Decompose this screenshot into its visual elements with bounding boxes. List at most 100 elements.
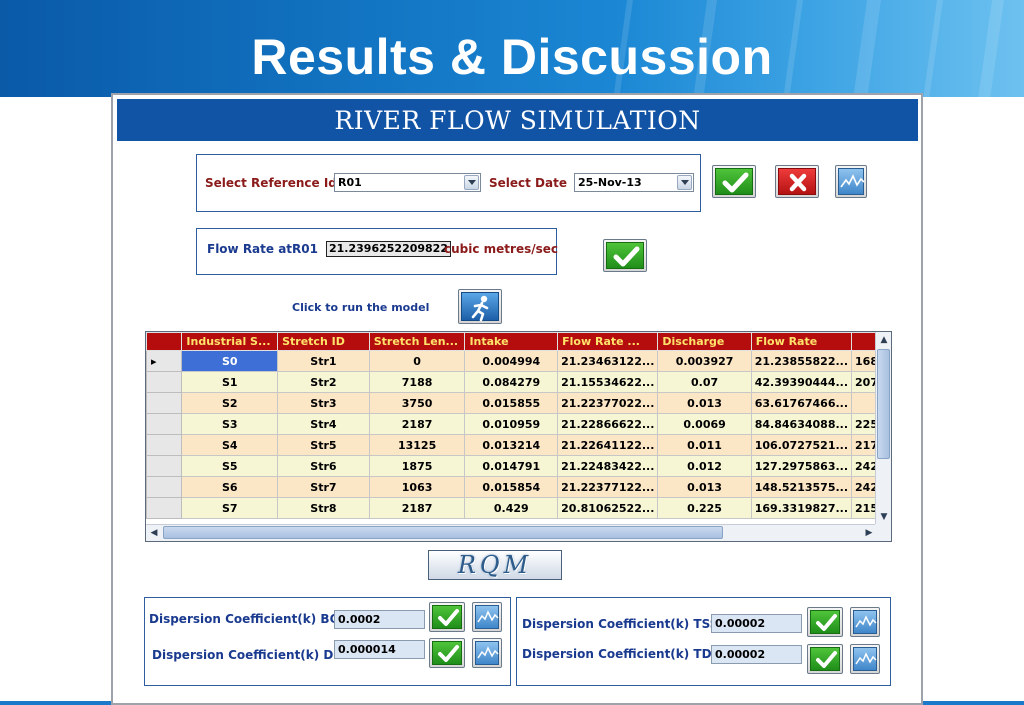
table-row[interactable]: S7 Str8 2187 0.429 20.81062522... 0.225 169.33… <box>146 497 891 519</box>
cancel-button[interactable] <box>775 165 819 198</box>
row-selector[interactable] <box>146 434 183 456</box>
column-header[interactable]: Stretch ID <box>277 332 370 351</box>
table-cell[interactable]: S1 <box>181 371 279 393</box>
flow-ok-button[interactable] <box>603 239 647 272</box>
bod-input[interactable]: 0.0002 <box>334 610 425 629</box>
table-cell[interactable]: 148.5213575... <box>750 476 853 498</box>
table-cell[interactable]: S7 <box>181 497 279 519</box>
chevron-down-icon[interactable] <box>464 175 479 190</box>
table-cell[interactable]: 0.011 <box>657 434 752 456</box>
table-cell[interactable]: 21.23463122... <box>557 350 659 372</box>
vertical-scrollbar[interactable]: ▲ ▼ <box>875 332 891 525</box>
table-row[interactable]: S6 Str7 1063 0.015854 21.22377122... 0.013 148… <box>146 476 891 498</box>
column-header[interactable]: Flow Rate ... <box>557 332 659 351</box>
scroll-right-icon[interactable]: ▶ <box>862 526 876 540</box>
table-cell[interactable]: 3750 <box>368 392 466 414</box>
tss-chart-button[interactable] <box>850 607 880 637</box>
reference-id-select[interactable]: R01 <box>334 173 481 192</box>
rqm-button[interactable]: RQM <box>428 550 562 580</box>
do-input[interactable]: 0.000014 <box>334 640 425 659</box>
chart-button[interactable] <box>835 165 867 198</box>
row-selector[interactable] <box>146 371 183 393</box>
table-cell[interactable]: 0 <box>368 350 466 372</box>
table-cell[interactable]: Str8 <box>277 497 370 519</box>
chevron-down-icon[interactable] <box>677 175 692 190</box>
row-selector[interactable] <box>146 413 183 435</box>
vertical-scroll-thumb[interactable] <box>877 349 890 459</box>
table-cell[interactable]: 0.225 <box>657 497 752 519</box>
table-cell[interactable]: S6 <box>181 476 279 498</box>
table-cell[interactable]: 0.003927 <box>657 350 752 372</box>
table-cell[interactable]: 0.015855 <box>464 392 559 414</box>
table-row[interactable]: S3 Str4 2187 0.010959 21.22866622... 0.0069 84… <box>146 413 891 435</box>
table-row[interactable]: S2 Str3 3750 0.015855 21.22377022... 0.013 63.… <box>146 392 891 414</box>
scroll-up-icon[interactable]: ▲ <box>877 333 891 347</box>
table-cell[interactable]: 84.84634088... <box>750 413 853 435</box>
horizontal-scroll-thumb[interactable] <box>163 526 723 539</box>
table-cell[interactable]: 0.07 <box>657 371 752 393</box>
table-cell[interactable]: 21.22483422... <box>557 455 659 477</box>
table-cell[interactable]: 13125 <box>368 434 466 456</box>
table-cell[interactable]: 0.013 <box>657 476 752 498</box>
table-cell[interactable]: S5 <box>181 455 279 477</box>
table-cell[interactable]: 21.22377022... <box>557 392 659 414</box>
column-header[interactable]: Industrial S... <box>181 332 279 351</box>
ok-button[interactable] <box>712 165 756 198</box>
table-cell[interactable]: 20.81062522... <box>557 497 659 519</box>
table-cell[interactable]: S3 <box>181 413 279 435</box>
do-ok-button[interactable] <box>429 638 465 668</box>
column-header[interactable]: Discharge <box>657 332 752 351</box>
table-cell[interactable]: S0 <box>181 350 279 372</box>
table-cell[interactable]: Str5 <box>277 434 370 456</box>
table-cell[interactable]: Str6 <box>277 455 370 477</box>
row-selector[interactable] <box>146 497 183 519</box>
table-cell[interactable]: 63.61767466... <box>750 392 853 414</box>
table-cell[interactable]: 1875 <box>368 455 466 477</box>
table-cell[interactable]: 0.0069 <box>657 413 752 435</box>
table-cell[interactable]: 0.084279 <box>464 371 559 393</box>
row-selector[interactable] <box>146 455 183 477</box>
table-cell[interactable]: S2 <box>181 392 279 414</box>
table-cell[interactable]: 106.0727521... <box>750 434 853 456</box>
table-cell[interactable]: 21.22641122... <box>557 434 659 456</box>
table-cell[interactable]: 1063 <box>368 476 466 498</box>
table-cell[interactable]: 0.004994 <box>464 350 559 372</box>
table-cell[interactable]: 7188 <box>368 371 466 393</box>
tds-chart-button[interactable] <box>850 644 880 674</box>
bod-ok-button[interactable] <box>429 602 465 632</box>
tds-input[interactable]: 0.00002 <box>711 645 802 664</box>
scroll-left-icon[interactable]: ◀ <box>147 526 161 540</box>
table-row[interactable]: ▸ S0 Str1 0 0.004994 21.23463122... 0.003927 21… <box>146 350 891 372</box>
table-cell[interactable]: 21.22377122... <box>557 476 659 498</box>
results-grid[interactable]: Industrial S... Stretch ID Stretch Len..… <box>145 331 892 542</box>
table-cell[interactable]: 2187 <box>368 413 466 435</box>
date-select[interactable]: 25-Nov-13 <box>574 173 694 192</box>
horizontal-scrollbar[interactable]: ◀ ▶ <box>146 524 877 541</box>
table-cell[interactable]: Str7 <box>277 476 370 498</box>
table-cell[interactable]: 21.23855822... <box>750 350 853 372</box>
table-cell[interactable]: Str3 <box>277 392 370 414</box>
tds-ok-button[interactable] <box>807 644 843 674</box>
scroll-down-icon[interactable]: ▼ <box>877 510 891 524</box>
table-cell[interactable]: 0.012 <box>657 455 752 477</box>
do-chart-button[interactable] <box>472 638 502 668</box>
table-cell[interactable]: 0.429 <box>464 497 559 519</box>
table-cell[interactable]: 0.010959 <box>464 413 559 435</box>
table-cell[interactable]: Str1 <box>277 350 370 372</box>
table-cell[interactable]: 2187 <box>368 497 466 519</box>
table-cell[interactable]: S4 <box>181 434 279 456</box>
table-cell[interactable]: 21.22866622... <box>557 413 659 435</box>
tss-input[interactable]: 0.00002 <box>711 614 802 633</box>
table-cell[interactable]: Str4 <box>277 413 370 435</box>
run-model-button[interactable] <box>458 289 502 324</box>
table-row[interactable]: S1 Str2 7188 0.084279 21.15534622... 0.07 42.3… <box>146 371 891 393</box>
tss-ok-button[interactable] <box>807 607 843 637</box>
table-cell[interactable]: 0.013 <box>657 392 752 414</box>
table-cell[interactable]: 42.39390444... <box>750 371 853 393</box>
table-cell[interactable]: 21.15534622... <box>557 371 659 393</box>
column-header[interactable]: Stretch Len... <box>368 332 466 351</box>
table-cell[interactable]: 0.014791 <box>464 455 559 477</box>
bod-chart-button[interactable] <box>472 602 502 632</box>
table-row[interactable]: S4 Str5 13125 0.013214 21.22641122... 0.011 10… <box>146 434 891 456</box>
table-row[interactable]: S5 Str6 1875 0.014791 21.22483422... 0.012 127… <box>146 455 891 477</box>
